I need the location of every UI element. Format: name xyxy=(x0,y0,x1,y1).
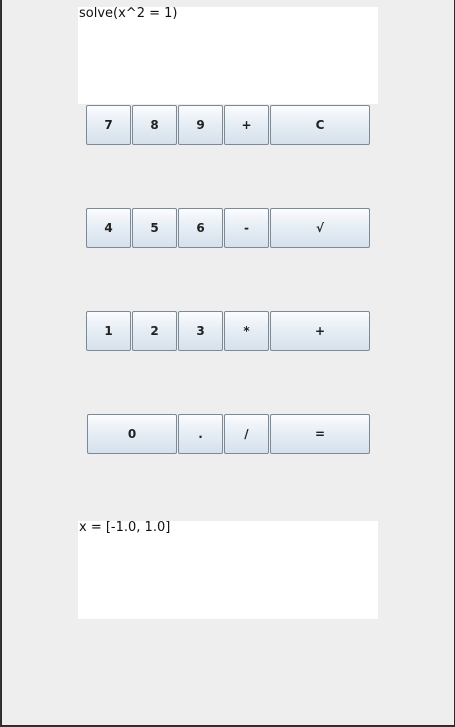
sqrt-button-label: √ xyxy=(315,221,324,235)
minus-button-label: - xyxy=(244,221,249,235)
calculator-window: solve(x^2 = 1) 7 8 9 + C 4 5 6 - √ 1 2 3… xyxy=(1,0,455,726)
result-output[interactable]: x = [-1.0, 1.0] xyxy=(78,521,378,619)
button-5-label: 5 xyxy=(150,221,159,235)
decimal-button[interactable]: . xyxy=(178,414,223,454)
button-8[interactable]: 8 xyxy=(132,105,177,145)
button-9-label: 9 xyxy=(196,118,205,132)
button-1[interactable]: 1 xyxy=(86,311,131,351)
plus-button-top-label: + xyxy=(241,118,252,132)
button-9[interactable]: 9 xyxy=(178,105,223,145)
button-6[interactable]: 6 xyxy=(178,208,223,248)
button-5[interactable]: 5 xyxy=(132,208,177,248)
button-2-label: 2 xyxy=(150,324,159,338)
button-7[interactable]: 7 xyxy=(86,105,131,145)
clear-button-label: C xyxy=(315,118,325,132)
plus-button-top[interactable]: + xyxy=(224,105,269,145)
button-0-label: 0 xyxy=(127,427,137,441)
multiply-button[interactable]: * xyxy=(224,311,269,351)
equals-button-label: = xyxy=(314,427,326,441)
expression-text: solve(x^2 = 1) xyxy=(79,6,178,21)
multiply-button-label: * xyxy=(243,324,250,338)
sqrt-button[interactable]: √ xyxy=(270,208,370,248)
button-1-label: 1 xyxy=(104,324,113,338)
button-6-label: 6 xyxy=(196,221,205,235)
minus-button[interactable]: - xyxy=(224,208,269,248)
button-3-label: 3 xyxy=(196,324,205,338)
result-text: x = [-1.0, 1.0] xyxy=(79,520,171,535)
divide-button[interactable]: / xyxy=(224,414,269,454)
divide-button-label: / xyxy=(244,427,249,441)
equals-button[interactable]: = xyxy=(270,414,370,454)
button-7-label: 7 xyxy=(104,118,113,132)
plus-button-label: + xyxy=(314,324,326,338)
button-8-label: 8 xyxy=(150,118,159,132)
button-4-label: 4 xyxy=(104,221,113,235)
button-2[interactable]: 2 xyxy=(132,311,177,351)
expression-input[interactable]: solve(x^2 = 1) xyxy=(78,7,378,104)
button-4[interactable]: 4 xyxy=(86,208,131,248)
button-0[interactable]: 0 xyxy=(87,414,177,454)
decimal-button-label: . xyxy=(198,427,203,441)
button-3[interactable]: 3 xyxy=(178,311,223,351)
clear-button[interactable]: C xyxy=(270,105,370,145)
plus-button[interactable]: + xyxy=(270,311,370,351)
